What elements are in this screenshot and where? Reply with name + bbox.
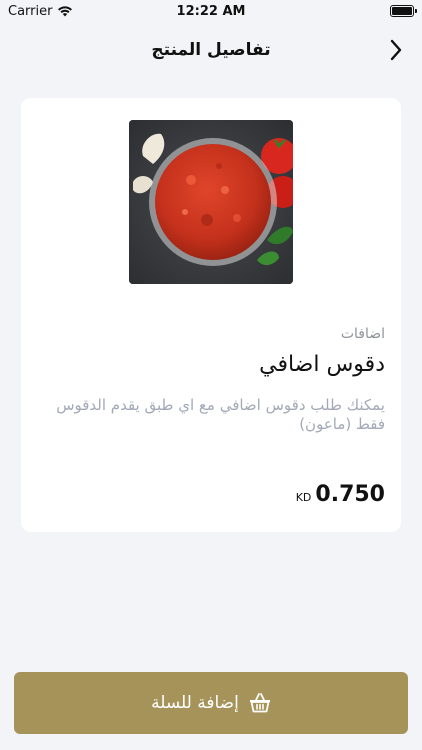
chevron-right-icon <box>390 39 402 61</box>
product-description: يمكنك طلب دقوس اضافي مع اي طبق يقدم الدق… <box>56 396 385 433</box>
status-left: Carrier <box>8 4 73 19</box>
add-to-cart-label: إضافة للسلة <box>151 693 239 713</box>
nav-bar: تفاصيل المنتج <box>0 30 422 70</box>
price-currency: KD <box>295 491 312 504</box>
page-title: تفاصيل المنتج <box>151 40 271 60</box>
product-image <box>129 120 293 284</box>
product-card: اضافات دقوس اضافي يمكنك طلب دقوس اضافي م… <box>21 98 401 532</box>
battery-fill <box>392 7 412 15</box>
wifi-icon <box>58 6 73 17</box>
price-value: 0.750 <box>315 482 385 507</box>
add-to-cart-button[interactable]: إضافة للسلة <box>14 672 408 734</box>
section-label: اضافات <box>340 326 385 342</box>
price: KD 0.750 <box>296 482 385 507</box>
basket-icon <box>249 693 270 713</box>
back-button[interactable] <box>382 36 410 64</box>
carrier-label: Carrier <box>8 3 53 19</box>
battery-icon <box>390 5 417 17</box>
product-name: دقوس اضافي <box>259 352 385 377</box>
status-bar: Carrier 12:22 AM <box>0 0 422 22</box>
